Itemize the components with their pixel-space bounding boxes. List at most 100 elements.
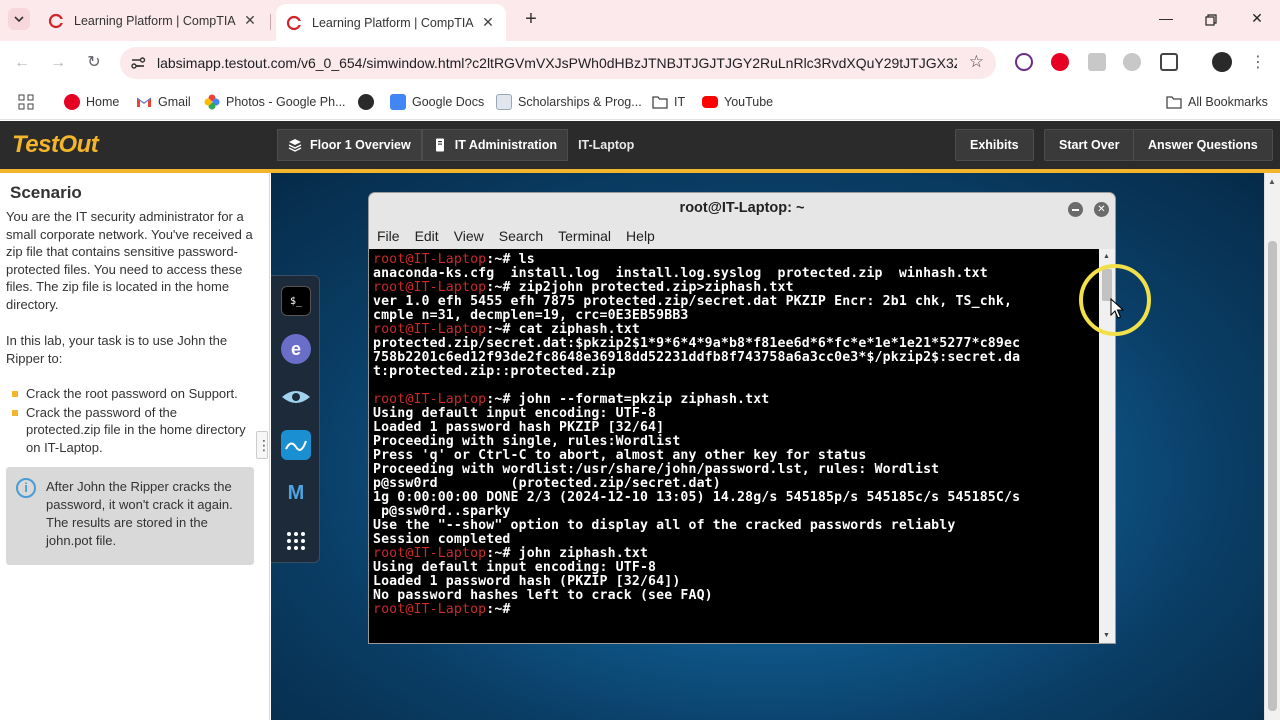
extensions-puzzle-icon[interactable]: [1160, 53, 1178, 71]
breadcrumb-label: IT-Laptop: [578, 138, 635, 152]
menu-help[interactable]: Help: [626, 228, 655, 244]
terminal-text: Using default input encoding: UTF-8: [373, 560, 657, 575]
bookmark-home[interactable]: Home: [64, 93, 119, 111]
menu-search[interactable]: Search: [499, 228, 543, 244]
url-text: labsimapp.testout.com/v6_0_654/simwindow…: [157, 55, 957, 71]
chevron-down-icon: [14, 16, 24, 23]
exhibits-button[interactable]: Exhibits: [955, 129, 1034, 161]
back-icon[interactable]: ←: [12, 53, 32, 73]
breadcrumb-it-administration[interactable]: IT Administration: [421, 129, 569, 161]
bookmark-scholarships[interactable]: Scholarships & Prog...: [496, 93, 642, 111]
terminal-output[interactable]: root@IT-Laptop :~# ls anaconda-ks.cfg inst…: [369, 249, 1099, 643]
terminal-text: Using default input encoding: UTF-8: [373, 406, 657, 421]
menu-view[interactable]: View: [454, 228, 484, 244]
bookmark-label: IT: [674, 95, 686, 109]
testout-logo: TestOut: [12, 131, 99, 158]
blocker-extension-icon[interactable]: [1015, 53, 1033, 71]
tab-close-icon[interactable]: ✕: [480, 14, 496, 31]
terminal-text: ver 1.0 efh 5455 efh 7875 protected.zip/…: [373, 294, 1013, 309]
wireshark-app-icon[interactable]: [281, 430, 311, 460]
bookmark-youtube[interactable]: YouTube: [702, 93, 773, 111]
menu-terminal[interactable]: Terminal: [558, 228, 611, 244]
google-photos-icon: [204, 94, 220, 110]
minimize-window-icon[interactable]: —: [1156, 10, 1176, 30]
terminal-text: Loaded 1 password hash PKZIP [32/64]: [373, 420, 665, 435]
breadcrumb-label: IT Administration: [454, 138, 558, 152]
tab-title: Learning Platform | CompTIA: [74, 13, 236, 28]
metasploit-app-icon[interactable]: M: [281, 478, 311, 508]
close-window-icon[interactable]: ✕: [1247, 10, 1267, 30]
bookmark-google-photos[interactable]: Photos - Google Ph...: [204, 93, 346, 111]
menu-file[interactable]: File: [377, 228, 400, 244]
bookmark-site[interactable]: [358, 93, 380, 111]
restore-window-icon[interactable]: [1201, 10, 1221, 30]
terminal-text: Press 'q' or Ctrl-C to abort, almost any…: [373, 448, 867, 463]
terminal-text: :~# ls: [486, 252, 535, 267]
minimize-icon[interactable]: [1068, 202, 1083, 217]
testout-header: TestOut Floor 1 Overview IT Administrati…: [0, 121, 1280, 169]
comptia-favicon-icon: [286, 15, 302, 31]
pinterest-extension-icon[interactable]: [1051, 53, 1069, 71]
terminal-menu-bar: File Edit View Search Terminal Help: [369, 223, 1115, 249]
address-bar[interactable]: labsimapp.testout.com/v6_0_654/simwindow…: [120, 47, 996, 79]
reload-icon[interactable]: ↻: [84, 53, 104, 73]
breadcrumb-floor-1-overview[interactable]: Floor 1 Overview: [277, 129, 422, 161]
terminal-text: Proceeding with single, rules:Wordlist: [373, 434, 681, 449]
browser-tab[interactable]: Learning Platform | CompTIA ✕: [38, 4, 268, 37]
terminal-app-icon[interactable]: $_: [281, 286, 311, 316]
terminal-text: anaconda-ks.cfg install.log install.log.…: [373, 266, 988, 281]
terminal-line: ver 1.0 efh 5455 efh 7875 protected.zip/…: [373, 295, 1097, 309]
terminal-text: 1g 0:00:00:00 DONE 2/3 (2024-12-10 13:05…: [373, 490, 1021, 505]
terminal-line: cmple n=31, decmplen=19, crc=0E3EB59BB3: [373, 309, 1097, 323]
panel-menu-icon[interactable]: ⋮: [256, 431, 271, 459]
scroll-up-icon[interactable]: ▲: [1268, 177, 1276, 186]
mouse-pointer-icon: [1110, 298, 1124, 319]
app-dock: $_ e M: [271, 275, 320, 563]
terminal-line: No password hashes left to crack (see FA…: [373, 589, 1097, 603]
note-text: After John the Ripper cracks the passwor…: [46, 479, 233, 548]
scroll-down-icon[interactable]: ▼: [1103, 632, 1110, 639]
start-over-button[interactable]: Start Over: [1044, 129, 1135, 161]
new-tab-button[interactable]: +: [520, 9, 542, 31]
apps-grid-icon[interactable]: [281, 526, 311, 556]
tab-search-button[interactable]: [8, 8, 30, 30]
page-scrollbar[interactable]: ▲: [1264, 173, 1280, 720]
tab-close-icon[interactable]: ✕: [242, 12, 258, 29]
answer-questions-button[interactable]: Answer Questions: [1133, 129, 1273, 161]
info-note: i After John the Ripper cracks the passw…: [6, 467, 254, 565]
scrollbar-thumb[interactable]: [1268, 241, 1277, 711]
eye-app-icon[interactable]: [281, 382, 311, 412]
browser-app-icon[interactable]: e: [281, 334, 311, 364]
menu-edit[interactable]: Edit: [415, 228, 439, 244]
bookmark-star-icon[interactable]: ☆: [969, 52, 984, 72]
apps-grid-icon[interactable]: [18, 93, 34, 111]
browser-tab-active[interactable]: Learning Platform | CompTIA ✕: [276, 4, 506, 41]
browser-toolbar: ← → ↻ labsimapp.testout.com/v6_0_654/sim…: [0, 41, 1280, 85]
terminal-text: p@ssw0rd..sparky: [373, 504, 511, 519]
terminal-prompt: root@IT-Laptop: [373, 546, 487, 561]
profile-avatar[interactable]: [1212, 52, 1232, 72]
terminal-line: Loaded 1 password hash PKZIP [32/64]: [373, 421, 1097, 435]
terminal-line: Proceeding with wordlist:/usr/share/john…: [373, 463, 1097, 477]
forward-icon[interactable]: →: [48, 53, 68, 73]
bookmark-gmail[interactable]: Gmail: [136, 93, 191, 111]
layers-icon: [288, 138, 302, 152]
bookmark-google-docs[interactable]: Google Docs: [390, 93, 484, 111]
more-menu-icon[interactable]: ⋮: [1248, 53, 1268, 73]
terminal-line: anaconda-ks.cfg install.log install.log.…: [373, 267, 1097, 281]
terminal-line: root@IT-Laptop:~# john ziphash.txt: [373, 547, 1097, 561]
bookmark-folder-it[interactable]: IT: [652, 93, 685, 111]
close-icon[interactable]: ✕: [1094, 202, 1109, 217]
scenario-task: In this lab, your task is to use John th…: [6, 333, 228, 366]
site-info-icon[interactable]: [128, 53, 148, 73]
scroll-up-icon[interactable]: ▲: [1103, 253, 1110, 260]
terminal-text: :~# zip2john protected.zip>ziphash.txt: [486, 280, 794, 295]
adblock-extension-icon[interactable]: [1123, 53, 1141, 71]
breadcrumb-it-laptop: IT-Laptop: [568, 129, 644, 161]
folder-icon: [1166, 94, 1182, 110]
breadcrumb-label: Floor 1 Overview: [310, 138, 411, 152]
all-bookmarks-folder[interactable]: All Bookmarks: [1166, 93, 1268, 111]
extension-icon[interactable]: [1088, 53, 1106, 71]
list-item: Crack the root password on Support.: [10, 385, 255, 403]
